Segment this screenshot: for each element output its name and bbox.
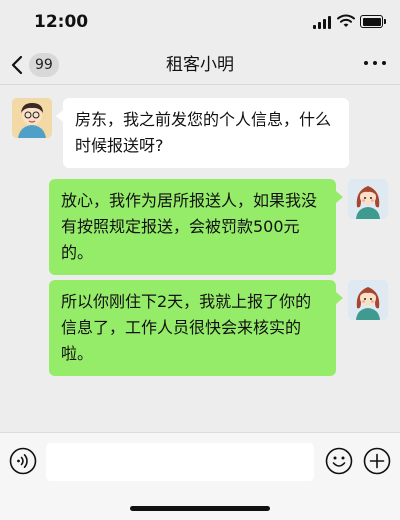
wifi-icon [337, 14, 355, 27]
chat-header: 99 租客小明 [0, 44, 400, 84]
home-indicator[interactable] [130, 506, 270, 511]
own-avatar[interactable] [348, 179, 388, 219]
header-divider [0, 84, 400, 85]
battery-cap [384, 19, 386, 24]
voice-icon[interactable] [9, 447, 37, 475]
own-avatar[interactable] [348, 280, 388, 320]
status-bar: 12:00 [0, 0, 400, 44]
message-input[interactable] [46, 443, 314, 481]
more-button[interactable] [364, 58, 386, 68]
message-bubble-outgoing[interactable]: 所以你刚住下2天，我就上报了你的信息了，工作人员很快会来核实的啦。 [49, 280, 336, 376]
bubble-tail [56, 110, 63, 122]
status-time: 12:00 [34, 12, 89, 32]
message-bubble-outgoing[interactable]: 放心，我作为居所报送人，如果我没有按照规定报送，会被罚款500元的。 [49, 179, 336, 275]
emoji-icon[interactable] [325, 447, 353, 475]
contact-avatar[interactable] [12, 98, 52, 138]
boy-avatar-icon [12, 98, 52, 138]
bubble-tail [336, 292, 343, 304]
battery-icon [360, 15, 383, 28]
plus-icon[interactable] [363, 447, 391, 475]
cellular-signal-icon [313, 15, 333, 29]
chat-title: 租客小明 [166, 55, 234, 75]
girl-avatar-icon [348, 280, 388, 320]
bubble-tail [336, 191, 343, 203]
message-bubble-incoming[interactable]: 房东，我之前发您的个人信息，什么时候报送呀? [63, 98, 349, 168]
girl-avatar-icon [348, 179, 388, 219]
